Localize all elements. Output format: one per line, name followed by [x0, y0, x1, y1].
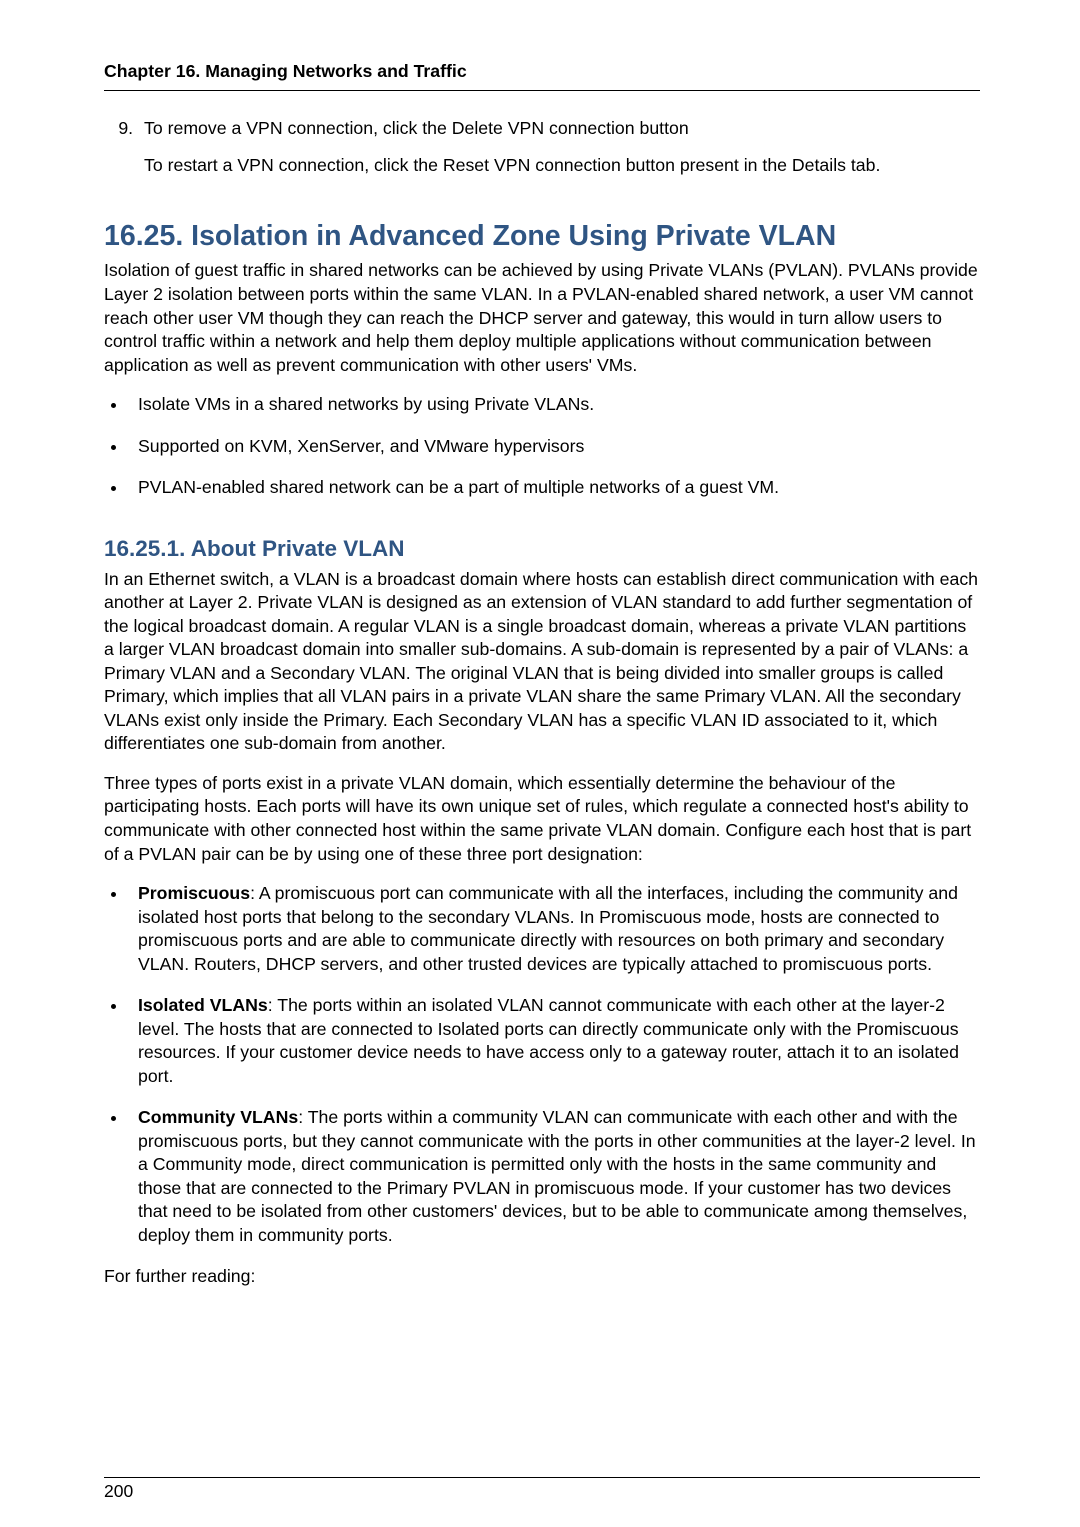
page-number: 200: [104, 1480, 133, 1503]
term-promiscuous: Promiscuous: [138, 883, 250, 903]
footer-rule: [104, 1477, 980, 1478]
list-item-isolated: Isolated VLANs: The ports within an isol…: [128, 994, 980, 1088]
ordered-steps: To remove a VPN connection, click the De…: [104, 117, 980, 178]
list-item-promiscuous: Promiscuous: A promiscuous port can comm…: [128, 882, 980, 976]
list-item: Supported on KVM, XenServer, and VMware …: [128, 435, 980, 459]
list-item: Isolate VMs in a shared networks by usin…: [128, 393, 980, 417]
section-16-25-intro: Isolation of guest traffic in shared net…: [104, 259, 980, 377]
running-header: Chapter 16. Managing Networks and Traffi…: [104, 60, 980, 91]
section-16-25-title: 16.25. Isolation in Advanced Zone Using …: [104, 218, 980, 256]
term-community: Community VLANs: [138, 1107, 298, 1127]
section-16-25-bullets: Isolate VMs in a shared networks by usin…: [104, 393, 980, 500]
about-pvlan-p1: In an Ethernet switch, a VLAN is a broad…: [104, 568, 980, 756]
step-9-line2: To restart a VPN connection, click the R…: [144, 154, 980, 178]
term-isolated: Isolated VLANs: [138, 995, 268, 1015]
def-promiscuous: : A promiscuous port can communicate wit…: [138, 883, 958, 974]
list-item: PVLAN-enabled shared network can be a pa…: [128, 476, 980, 500]
step-9-line1: To remove a VPN connection, click the De…: [144, 118, 689, 138]
port-types-list: Promiscuous: A promiscuous port can comm…: [104, 882, 980, 1247]
list-item-community: Community VLANs: The ports within a comm…: [128, 1106, 980, 1247]
def-community: : The ports within a community VLAN can …: [138, 1107, 976, 1245]
further-reading: For further reading:: [104, 1265, 980, 1289]
step-9: To remove a VPN connection, click the De…: [138, 117, 980, 178]
about-pvlan-p2: Three types of ports exist in a private …: [104, 772, 980, 866]
section-16-25-1-title: 16.25.1. About Private VLAN: [104, 534, 980, 564]
